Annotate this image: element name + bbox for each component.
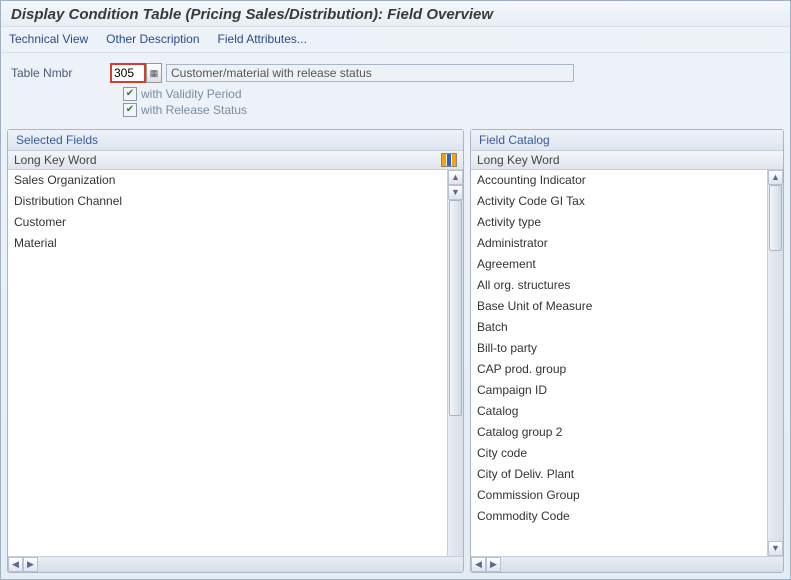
scroll-down-icon[interactable]: ▼ <box>768 541 783 556</box>
list-item[interactable]: Activity Code GI Tax <box>471 191 767 212</box>
table-desc-field <box>166 64 574 82</box>
page-title: Display Condition Table (Pricing Sales/D… <box>1 1 790 27</box>
scroll-right-icon[interactable]: ▶ <box>23 557 38 572</box>
table-nmbr-input[interactable] <box>111 64 145 82</box>
scroll-right-icon[interactable]: ▶ <box>486 557 501 572</box>
list-item[interactable]: City of Deliv. Plant <box>471 464 767 485</box>
list-item[interactable]: Campaign ID <box>471 380 767 401</box>
selected-fields-list: Sales OrganizationDistribution ChannelCu… <box>8 170 463 556</box>
list-item[interactable]: Bill-to party <box>471 338 767 359</box>
release-status-checkbox[interactable]: ✔ <box>123 103 137 117</box>
field-catalog-panel: Field Catalog Long Key Word Accounting I… <box>470 129 784 573</box>
list-item[interactable]: Sales Organization <box>8 170 447 191</box>
table-nmbr-label: Table Nmbr <box>11 66 111 80</box>
scroll-thumb[interactable] <box>449 200 462 416</box>
menu-other-description[interactable]: Other Description <box>106 32 199 46</box>
scroll-left-icon[interactable]: ◀ <box>8 557 23 572</box>
grid-icon[interactable] <box>441 153 457 167</box>
field-catalog-hscroll[interactable]: ◀ ▶ <box>471 556 783 572</box>
validity-period-label: with Validity Period <box>141 87 242 101</box>
scroll-thumb[interactable] <box>769 185 782 251</box>
window: Display Condition Table (Pricing Sales/D… <box>0 0 791 580</box>
list-item[interactable]: Batch <box>471 317 767 338</box>
scroll-up-icon[interactable]: ▲ <box>768 170 783 185</box>
selected-fields-hscroll[interactable]: ◀ ▶ <box>8 556 463 572</box>
list-item[interactable]: All org. structures <box>471 275 767 296</box>
menu-field-attributes[interactable]: Field Attributes... <box>218 32 307 46</box>
list-item[interactable]: City code <box>471 443 767 464</box>
list-item[interactable]: Agreement <box>471 254 767 275</box>
list-item[interactable]: Accounting Indicator <box>471 170 767 191</box>
validity-period-checkbox[interactable]: ✔ <box>123 87 137 101</box>
search-help-icon[interactable]: ▦ <box>146 63 162 83</box>
list-item[interactable]: Catalog group 2 <box>471 422 767 443</box>
list-item[interactable]: Activity type <box>471 212 767 233</box>
list-item[interactable]: Material <box>8 233 447 254</box>
scroll-left-icon[interactable]: ◀ <box>471 557 486 572</box>
list-item[interactable]: CAP prod. group <box>471 359 767 380</box>
list-item[interactable]: Administrator <box>471 233 767 254</box>
panels-area: Selected Fields Long Key Word Sales Orga… <box>1 123 790 579</box>
release-status-label: with Release Status <box>141 103 247 117</box>
selected-fields-panel: Selected Fields Long Key Word Sales Orga… <box>7 129 464 573</box>
list-item[interactable]: Commission Group <box>471 485 767 506</box>
menu-bar: Technical View Other Description Field A… <box>1 27 790 53</box>
selected-fields-vscroll[interactable]: ▲ ▼ <box>447 170 463 556</box>
release-status-checkbox-row: ✔ with Release Status <box>123 103 780 117</box>
scroll-up-icon[interactable]: ▲ <box>448 170 463 185</box>
list-item[interactable]: Catalog <box>471 401 767 422</box>
list-item[interactable]: Customer <box>8 212 447 233</box>
list-item[interactable]: Distribution Channel <box>8 191 447 212</box>
field-catalog-vscroll[interactable]: ▲ ▼ <box>767 170 783 556</box>
scroll-down-icon[interactable]: ▼ <box>448 185 463 200</box>
field-catalog-list: Accounting IndicatorActivity Code GI Tax… <box>471 170 783 556</box>
field-catalog-title: Field Catalog <box>471 130 783 151</box>
list-item[interactable]: Commodity Code <box>471 506 767 527</box>
field-catalog-col-label: Long Key Word <box>477 153 560 167</box>
selected-fields-col-label: Long Key Word <box>14 153 97 167</box>
field-catalog-col-header[interactable]: Long Key Word <box>471 151 783 170</box>
form-area: Table Nmbr ▦ ✔ with Validity Period ✔ wi… <box>1 53 790 123</box>
menu-technical-view[interactable]: Technical View <box>9 32 88 46</box>
validity-period-checkbox-row: ✔ with Validity Period <box>123 87 780 101</box>
selected-fields-title: Selected Fields <box>8 130 463 151</box>
list-item[interactable]: Base Unit of Measure <box>471 296 767 317</box>
selected-fields-col-header[interactable]: Long Key Word <box>8 151 463 170</box>
